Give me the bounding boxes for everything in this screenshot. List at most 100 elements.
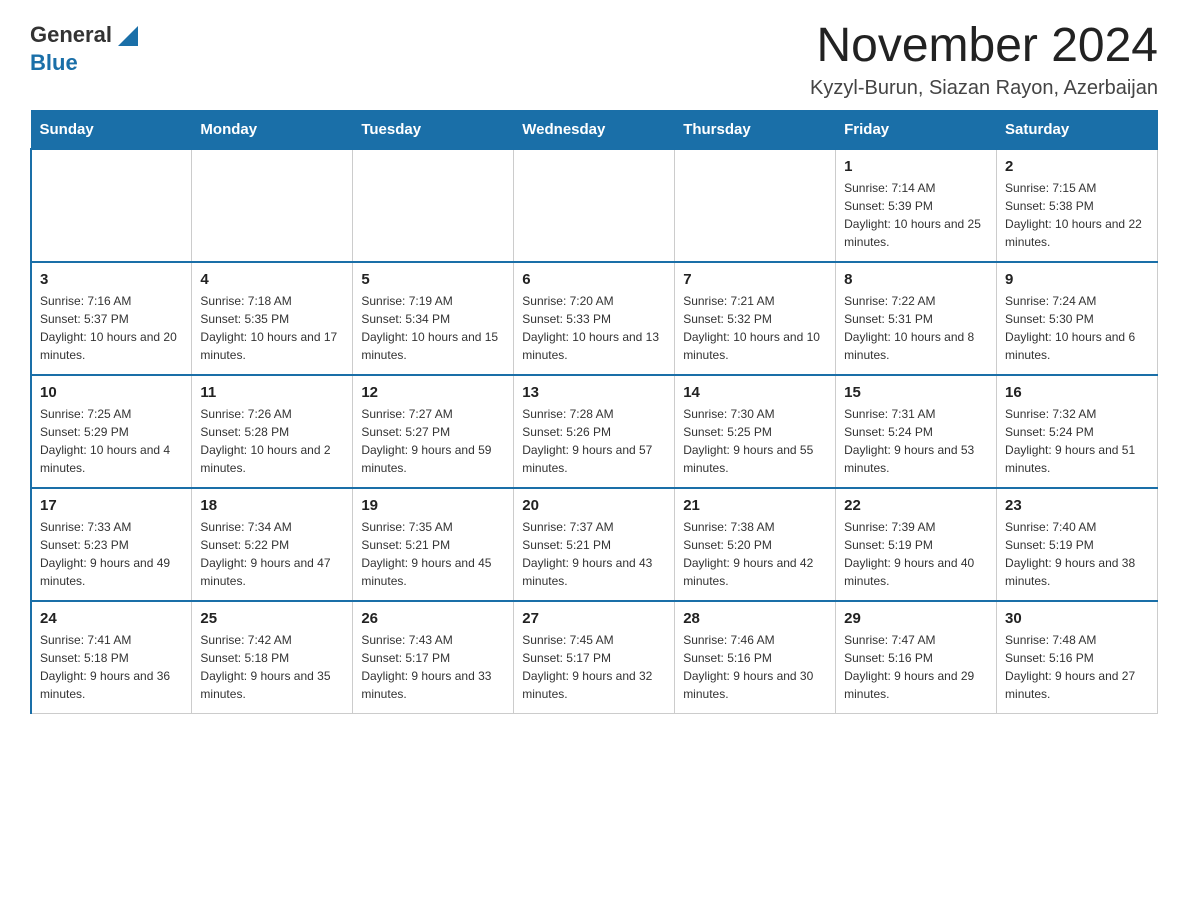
- day-number: 13: [522, 384, 666, 401]
- day-info: Sunrise: 7:24 AMSunset: 5:30 PMDaylight:…: [1005, 292, 1149, 364]
- header-day-monday: Monday: [192, 110, 353, 149]
- day-cell: 7 Sunrise: 7:21 AMSunset: 5:32 PMDaylight…: [675, 262, 836, 375]
- day-number: 1: [844, 158, 988, 175]
- title-block: November 2024 Kyzyl-Burun, Siazan Rayon,…: [810, 20, 1158, 100]
- day-cell: 10Sunrise: 7:25 AMSunset: 5:29 PMDayligh…: [31, 375, 192, 488]
- header-day-thursday: Thursday: [675, 110, 836, 149]
- day-info: Sunrise: 7:39 AMSunset: 5:19 PMDaylight:…: [844, 518, 988, 590]
- week-row-2: 3 Sunrise: 7:16 AMSunset: 5:37 PMDaylight…: [31, 262, 1158, 375]
- day-number: 22: [844, 497, 988, 514]
- day-cell: 12Sunrise: 7:27 AMSunset: 5:27 PMDayligh…: [353, 375, 514, 488]
- day-cell: 13 Sunrise: 7:28 AMSunset: 5:26 PMDayligh…: [514, 375, 675, 488]
- week-row-4: 17 Sunrise: 7:33 AMSunset: 5:23 PMDayligh…: [31, 488, 1158, 601]
- day-info: Sunrise: 7:46 AMSunset: 5:16 PMDaylight:…: [683, 631, 827, 703]
- day-info: Sunrise: 7:26 AMSunset: 5:28 PMDaylight:…: [200, 405, 344, 477]
- day-cell: 20Sunrise: 7:37 AMSunset: 5:21 PMDayligh…: [514, 488, 675, 601]
- day-number: 29: [844, 610, 988, 627]
- day-cell: 19 Sunrise: 7:35 AMSunset: 5:21 PMDayligh…: [353, 488, 514, 601]
- day-number: 27: [522, 610, 666, 627]
- calendar-body: 1 Sunrise: 7:14 AMSunset: 5:39 PMDaylight…: [31, 149, 1158, 714]
- day-info: Sunrise: 7:28 AMSunset: 5:26 PMDaylight:…: [522, 405, 666, 477]
- day-cell: [192, 149, 353, 262]
- day-info: Sunrise: 7:33 AMSunset: 5:23 PMDaylight:…: [40, 518, 183, 590]
- day-info: Sunrise: 7:38 AMSunset: 5:20 PMDaylight:…: [683, 518, 827, 590]
- day-info: Sunrise: 7:14 AMSunset: 5:39 PMDaylight:…: [844, 179, 988, 251]
- day-number: 24: [40, 610, 183, 627]
- day-number: 15: [844, 384, 988, 401]
- header-day-wednesday: Wednesday: [514, 110, 675, 149]
- day-number: 11: [200, 384, 344, 401]
- day-info: Sunrise: 7:18 AMSunset: 5:35 PMDaylight:…: [200, 292, 344, 364]
- day-number: 16: [1005, 384, 1149, 401]
- day-number: 25: [200, 610, 344, 627]
- day-cell: 28 Sunrise: 7:46 AMSunset: 5:16 PMDayligh…: [675, 601, 836, 714]
- day-number: 21: [683, 497, 827, 514]
- day-cell: 17 Sunrise: 7:33 AMSunset: 5:23 PMDayligh…: [31, 488, 192, 601]
- header-day-sunday: Sunday: [31, 110, 192, 149]
- day-info: Sunrise: 7:27 AMSunset: 5:27 PMDaylight:…: [361, 405, 505, 477]
- day-cell: 21 Sunrise: 7:38 AMSunset: 5:20 PMDayligh…: [675, 488, 836, 601]
- day-info: Sunrise: 7:22 AMSunset: 5:31 PMDaylight:…: [844, 292, 988, 364]
- day-info: Sunrise: 7:41 AMSunset: 5:18 PMDaylight:…: [40, 631, 183, 703]
- day-info: Sunrise: 7:20 AMSunset: 5:33 PMDaylight:…: [522, 292, 666, 364]
- day-cell: [514, 149, 675, 262]
- location-title: Kyzyl-Burun, Siazan Rayon, Azerbaijan: [810, 77, 1158, 100]
- header-day-friday: Friday: [836, 110, 997, 149]
- week-row-1: 1 Sunrise: 7:14 AMSunset: 5:39 PMDaylight…: [31, 149, 1158, 262]
- day-cell: 30Sunrise: 7:48 AMSunset: 5:16 PMDayligh…: [997, 601, 1158, 714]
- day-cell: 27Sunrise: 7:45 AMSunset: 5:17 PMDayligh…: [514, 601, 675, 714]
- day-cell: 14Sunrise: 7:30 AMSunset: 5:25 PMDayligh…: [675, 375, 836, 488]
- week-row-5: 24 Sunrise: 7:41 AMSunset: 5:18 PMDayligh…: [31, 601, 1158, 714]
- day-number: 23: [1005, 497, 1149, 514]
- day-info: Sunrise: 7:16 AMSunset: 5:37 PMDaylight:…: [40, 292, 183, 364]
- day-cell: 8 Sunrise: 7:22 AMSunset: 5:31 PMDaylight…: [836, 262, 997, 375]
- day-number: 17: [40, 497, 183, 514]
- day-number: 4: [200, 271, 344, 288]
- month-title: November 2024: [810, 20, 1158, 73]
- day-number: 19: [361, 497, 505, 514]
- day-cell: 18 Sunrise: 7:34 AMSunset: 5:22 PMDayligh…: [192, 488, 353, 601]
- logo-triangle-icon: [114, 22, 142, 50]
- day-number: 8: [844, 271, 988, 288]
- day-info: Sunrise: 7:15 AMSunset: 5:38 PMDaylight:…: [1005, 179, 1149, 251]
- day-cell: 2 Sunrise: 7:15 AMSunset: 5:38 PMDaylight…: [997, 149, 1158, 262]
- day-cell: 4 Sunrise: 7:18 AMSunset: 5:35 PMDaylight…: [192, 262, 353, 375]
- day-info: Sunrise: 7:21 AMSunset: 5:32 PMDaylight:…: [683, 292, 827, 364]
- calendar-table: SundayMondayTuesdayWednesdayThursdayFrid…: [30, 110, 1158, 714]
- day-cell: 9 Sunrise: 7:24 AMSunset: 5:30 PMDaylight…: [997, 262, 1158, 375]
- day-info: Sunrise: 7:37 AMSunset: 5:21 PMDaylight:…: [522, 518, 666, 590]
- header-row: SundayMondayTuesdayWednesdayThursdayFrid…: [31, 110, 1158, 149]
- day-cell: 6Sunrise: 7:20 AMSunset: 5:33 PMDaylight…: [514, 262, 675, 375]
- day-info: Sunrise: 7:34 AMSunset: 5:22 PMDaylight:…: [200, 518, 344, 590]
- day-info: Sunrise: 7:43 AMSunset: 5:17 PMDaylight:…: [361, 631, 505, 703]
- day-number: 9: [1005, 271, 1149, 288]
- day-info: Sunrise: 7:48 AMSunset: 5:16 PMDaylight:…: [1005, 631, 1149, 703]
- day-number: 3: [40, 271, 183, 288]
- header-day-tuesday: Tuesday: [353, 110, 514, 149]
- logo-general-text: General: [30, 22, 112, 48]
- day-cell: 16Sunrise: 7:32 AMSunset: 5:24 PMDayligh…: [997, 375, 1158, 488]
- day-cell: 23 Sunrise: 7:40 AMSunset: 5:19 PMDayligh…: [997, 488, 1158, 601]
- logo-blue-text: Blue: [30, 50, 78, 76]
- day-number: 28: [683, 610, 827, 627]
- day-number: 26: [361, 610, 505, 627]
- day-number: 5: [361, 271, 505, 288]
- day-cell: 25 Sunrise: 7:42 AMSunset: 5:18 PMDayligh…: [192, 601, 353, 714]
- day-info: Sunrise: 7:19 AMSunset: 5:34 PMDaylight:…: [361, 292, 505, 364]
- day-number: 7: [683, 271, 827, 288]
- day-cell: 15Sunrise: 7:31 AMSunset: 5:24 PMDayligh…: [836, 375, 997, 488]
- day-number: 10: [40, 384, 183, 401]
- week-row-3: 10Sunrise: 7:25 AMSunset: 5:29 PMDayligh…: [31, 375, 1158, 488]
- day-cell: 24 Sunrise: 7:41 AMSunset: 5:18 PMDayligh…: [31, 601, 192, 714]
- day-cell: 3 Sunrise: 7:16 AMSunset: 5:37 PMDaylight…: [31, 262, 192, 375]
- day-cell: 1 Sunrise: 7:14 AMSunset: 5:39 PMDaylight…: [836, 149, 997, 262]
- day-cell: [31, 149, 192, 262]
- calendar-header: SundayMondayTuesdayWednesdayThursdayFrid…: [31, 110, 1158, 149]
- day-number: 2: [1005, 158, 1149, 175]
- day-cell: 11 Sunrise: 7:26 AMSunset: 5:28 PMDayligh…: [192, 375, 353, 488]
- day-info: Sunrise: 7:30 AMSunset: 5:25 PMDaylight:…: [683, 405, 827, 477]
- day-number: 18: [200, 497, 344, 514]
- day-info: Sunrise: 7:35 AMSunset: 5:21 PMDaylight:…: [361, 518, 505, 590]
- day-info: Sunrise: 7:42 AMSunset: 5:18 PMDaylight:…: [200, 631, 344, 703]
- day-info: Sunrise: 7:40 AMSunset: 5:19 PMDaylight:…: [1005, 518, 1149, 590]
